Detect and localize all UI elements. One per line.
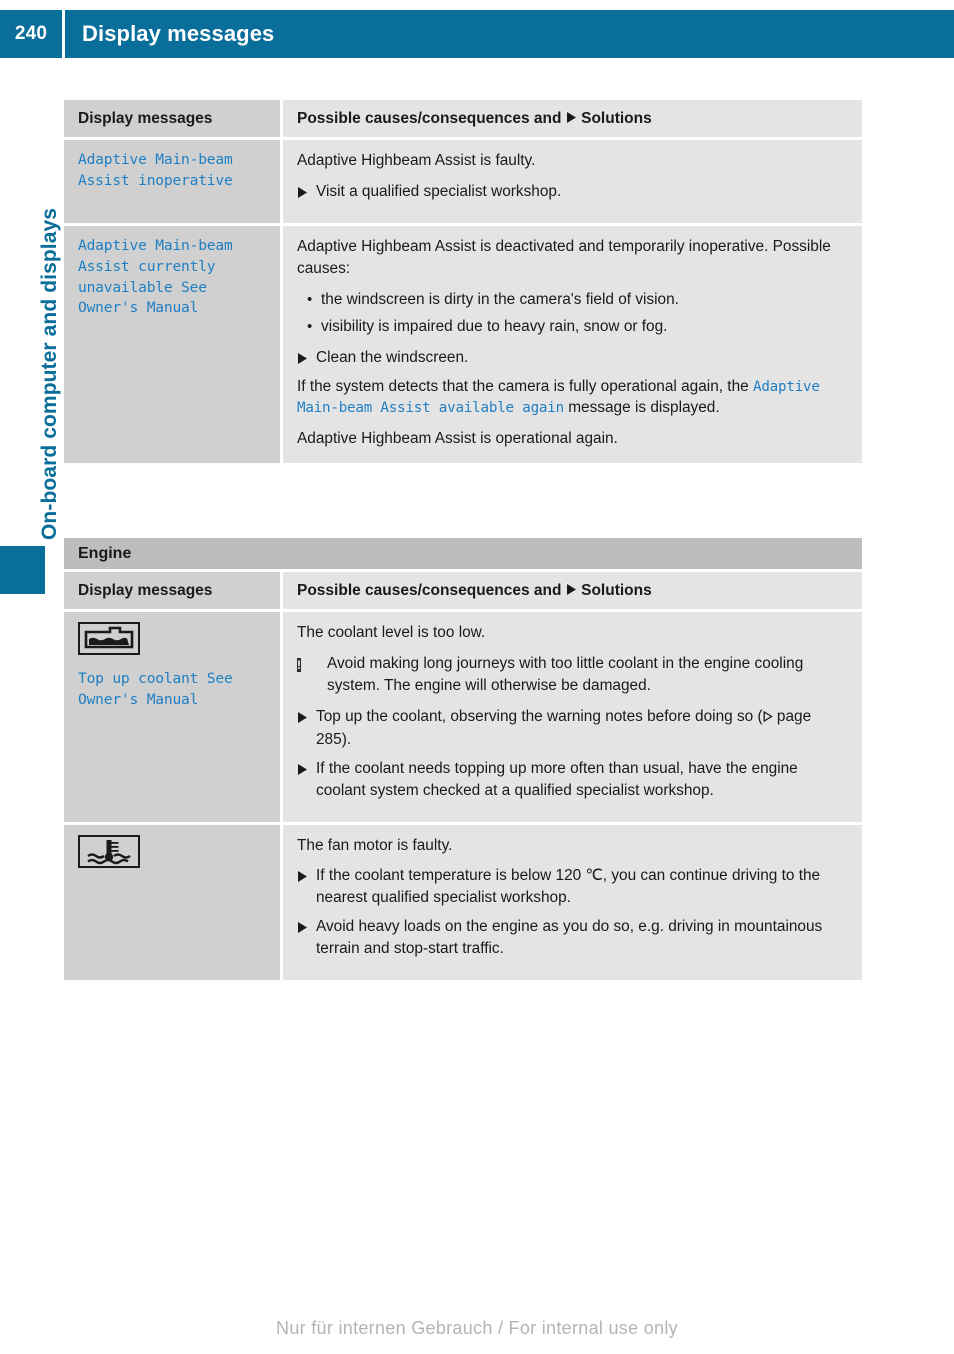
- display-message-cell: Adaptive Main-beam Assist currently unav…: [64, 226, 280, 464]
- solution-triangle-icon: [566, 582, 577, 599]
- solution-step-text: If the coolant temperature is below 120 …: [316, 867, 821, 907]
- column-header-label-prefix: Possible causes/consequences and: [297, 110, 562, 127]
- causes-solutions-cell: Adaptive Highbeam Assist is faulty. Visi…: [280, 140, 862, 224]
- solution-step: Clean the windscreen.: [297, 347, 848, 369]
- table-row: Adaptive Main-beam Assist currently unav…: [64, 223, 862, 464]
- cause-paragraph: The fan motor is faulty.: [297, 836, 453, 854]
- solution-step-text: Top up the coolant, observing the warnin…: [316, 706, 848, 751]
- page-reference-icon: [763, 707, 773, 729]
- causes-solutions-cell: The fan motor is faulty. If the coolant …: [280, 824, 862, 980]
- column-header-label-suffix: Solutions: [581, 110, 652, 127]
- cause-paragraph: Adaptive Highbeam Assist is faulty.: [297, 152, 536, 170]
- paragraph-post-text: message is displayed.: [563, 399, 720, 417]
- warning-marker-glyph: !: [297, 658, 301, 673]
- solution-triangle-icon: [566, 110, 577, 127]
- table-row: Top up coolant See Owner's Manual The co…: [64, 609, 862, 822]
- page-title: Display messages: [82, 21, 275, 46]
- bullet-dot-icon: •: [307, 290, 313, 308]
- display-message-text: Adaptive Main-beam Assist inoperative: [78, 151, 233, 190]
- consequence-paragraph: If the system detects that the camera is…: [297, 376, 848, 420]
- cause-bullet: • the windscreen is dirty in the camera'…: [297, 289, 848, 311]
- solution-triangle-icon: [297, 916, 316, 960]
- warning-exclamation-icon: !: [297, 653, 327, 697]
- page-footer: Nur für internen Gebrauch / For internal…: [276, 1318, 678, 1338]
- causes-solutions-cell: Adaptive Highbeam Assist is deactivated …: [280, 226, 862, 464]
- warning-note: ! Avoid making long journeys with too li…: [297, 653, 848, 697]
- display-message-text: Adaptive Main-beam Assist currently unav…: [78, 237, 233, 317]
- solution-step-text: Visit a qualified specialist workshop.: [316, 183, 562, 201]
- solution-step-text: Avoid heavy loads on the engine as you d…: [316, 918, 823, 957]
- column-header-label-prefix: Possible causes/consequences and: [297, 582, 562, 599]
- solution-triangle-icon: [297, 347, 316, 369]
- cause-paragraph: Adaptive Highbeam Assist is operational …: [297, 430, 618, 448]
- display-messages-table-adaptive: Display messages Possible causes/consequ…: [64, 100, 862, 464]
- solution-step: If the coolant temperature is below 120 …: [297, 865, 848, 909]
- column-header-label: Display messages: [78, 110, 213, 127]
- solution-step: If the coolant needs topping up more oft…: [297, 758, 848, 802]
- cause-paragraph: Adaptive Highbeam Assist is deactivated …: [297, 238, 831, 277]
- solution-step-text: Clean the windscreen.: [316, 348, 469, 366]
- bullet-dot-icon: •: [307, 317, 313, 335]
- table-header-cell-solutions: Possible causes/consequences and Solutio…: [280, 572, 862, 610]
- chapter-label: On-board computer and displays: [38, 207, 61, 540]
- display-message-cell: Top up coolant See Owner's Manual: [64, 612, 280, 822]
- solution-triangle-icon: [297, 865, 316, 909]
- table-header-row: Display messages Possible causes/consequ…: [64, 569, 862, 610]
- table-header-cell-messages: Display messages: [64, 572, 280, 610]
- solution-step: Avoid heavy loads on the engine as you d…: [297, 916, 848, 960]
- cause-bullet: • visibility is impaired due to heavy ra…: [297, 316, 848, 338]
- chapter-marker: [0, 546, 45, 594]
- solution-triangle-icon: [297, 758, 316, 802]
- solution-triangle-icon: [297, 181, 316, 203]
- table-header-cell-messages: Display messages: [64, 100, 280, 138]
- display-message-cell: [64, 824, 280, 980]
- column-header-label-suffix: Solutions: [581, 582, 652, 599]
- coolant-level-icon: [78, 622, 140, 656]
- table-row: Adaptive Main-beam Assist inoperative Ad…: [64, 137, 862, 224]
- section-band-engine: Engine: [64, 538, 862, 569]
- display-message-text: Top up coolant See Owner's Manual: [78, 670, 233, 709]
- paragraph-pre-text: If the system detects that the camera is…: [297, 377, 753, 395]
- step-post-text: ).: [341, 730, 352, 748]
- cause-bullet-text: visibility is impaired due to heavy rain…: [321, 317, 668, 335]
- display-messages-table-engine: Engine Display messages Possible causes/…: [64, 538, 862, 980]
- step-pre-text: Top up the coolant, observing the warnin…: [316, 708, 763, 725]
- table-header-cell-solutions: Possible causes/consequences and Solutio…: [280, 100, 862, 138]
- cause-paragraph: The coolant level is too low.: [297, 624, 486, 642]
- solution-step-text: If the coolant needs topping up more oft…: [316, 759, 798, 799]
- cause-bullet-text: the windscreen is dirty in the camera's …: [321, 290, 679, 308]
- table-row: The fan motor is faulty. If the coolant …: [64, 821, 862, 980]
- coolant-temperature-icon: [78, 834, 140, 868]
- solution-step: Top up the coolant, observing the warnin…: [297, 706, 848, 751]
- table-header-row: Display messages Possible causes/consequ…: [64, 100, 862, 138]
- warning-note-text: Avoid making long journeys with too litt…: [327, 655, 804, 695]
- column-header-label: Display messages: [78, 582, 213, 599]
- page-number: 240: [14, 23, 48, 44]
- chapter-sidebar: On-board computer and displays: [0, 110, 61, 540]
- display-message-cell: Adaptive Main-beam Assist inoperative: [64, 140, 280, 224]
- solution-step: Visit a qualified specialist workshop.: [297, 181, 848, 203]
- solution-triangle-icon: [297, 706, 316, 751]
- causes-solutions-cell: The coolant level is too low. ! Avoid ma…: [280, 612, 862, 822]
- page-header: 240 Display messages: [0, 10, 954, 58]
